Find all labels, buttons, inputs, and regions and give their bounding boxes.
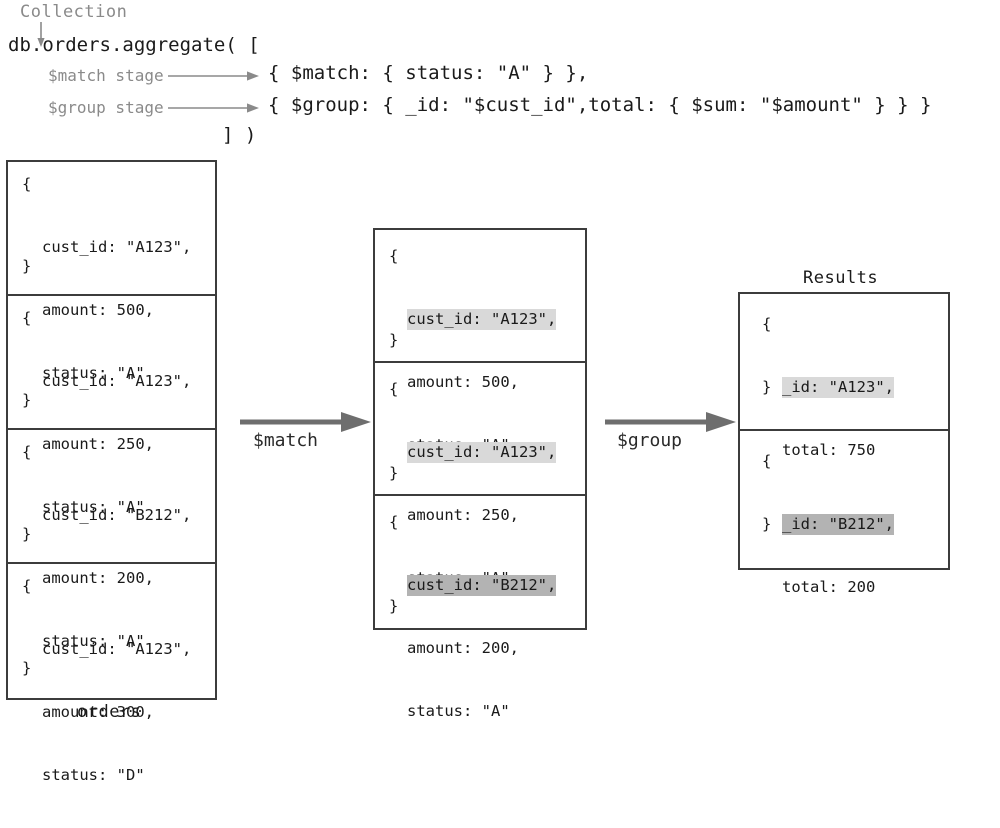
brace-close: } (22, 391, 32, 409)
field-id-highlighted: _id: "A123", (782, 377, 894, 398)
results-box: { _id: "A123", total: 750 } { _id: "B212… (738, 292, 950, 596)
brace-open: { (22, 175, 32, 193)
brace-close: } (762, 378, 772, 396)
orders-caption: orders (77, 702, 142, 722)
brace-close: } (389, 331, 399, 349)
brace-close: } (22, 659, 32, 677)
code-line-group-stage: { $group: { _id: "$cust_id",total: { $su… (268, 94, 932, 116)
brace-close: } (389, 597, 399, 615)
field-total: total: 200 (782, 578, 876, 596)
orders-document: { cust_id: "B212", amount: 200, status: … (8, 430, 215, 650)
field-cust-id-highlighted: cust_id: "A123", (407, 442, 557, 463)
match-output-document: { cust_id: "A123", amount: 500, status: … (375, 230, 585, 454)
results-document: { _id: "A123", total: 750 } (740, 294, 948, 459)
field-status: status: "A" (407, 702, 510, 720)
code-line-aggregate: db.orders.aggregate( [ (8, 34, 260, 56)
field-id-highlighted: _id: "B212", (782, 514, 894, 535)
code-line-close: ] ) (222, 124, 257, 146)
brace-open: { (22, 443, 32, 461)
brace-close: } (389, 464, 399, 482)
group-stage-arrow-icon (168, 103, 259, 113)
brace-close: } (22, 257, 32, 275)
brace-open: { (22, 309, 32, 327)
match-output-document: { cust_id: "A123", amount: 250, status: … (375, 363, 585, 587)
brace-close: } (22, 525, 32, 543)
brace-open: { (22, 577, 32, 595)
results-title: Results (803, 268, 879, 288)
match-output-document: { cust_id: "B212", amount: 200, status: … (375, 496, 585, 720)
brace-open: { (389, 247, 399, 265)
orders-document: { cust_id: "A123", amount: 300, status: … (8, 564, 215, 784)
orders-document: { cust_id: "A123", amount: 500, status: … (8, 162, 215, 382)
match-stage-arrow-icon (168, 71, 259, 81)
field-cust-id-highlighted: cust_id: "A123", (407, 309, 557, 330)
code-line-match-stage: { $match: { status: "A" } }, (268, 62, 589, 84)
orders-document: { cust_id: "A123", amount: 250, status: … (8, 296, 215, 516)
field-cust-id: cust_id: "B212", (42, 506, 192, 524)
match-stage-label: $match (253, 430, 319, 451)
field-cust-id-highlighted: cust_id: "B212", (407, 575, 557, 596)
brace-close: } (762, 515, 772, 533)
brace-open: { (762, 452, 772, 470)
group-stage-label: $group (617, 430, 683, 451)
orders-collection-box: { cust_id: "A123", amount: 500, status: … (6, 160, 217, 784)
field-cust-id: cust_id: "A123", (42, 238, 192, 256)
field-cust-id: cust_id: "A123", (42, 372, 192, 390)
brace-open: { (389, 380, 399, 398)
brace-open: { (762, 315, 772, 333)
match-stage-annotation: $match stage (48, 66, 164, 85)
group-stage-annotation: $group stage (48, 98, 164, 117)
field-status: status: "D" (42, 766, 145, 784)
results-document: { _id: "B212", total: 200 } (740, 431, 948, 596)
field-cust-id: cust_id: "A123", (42, 640, 192, 658)
brace-open: { (389, 513, 399, 531)
match-output-document-fields: cust_id: "B212", amount: 200, status: "A… (407, 533, 557, 764)
results-document-fields: _id: "B212", total: 200 (782, 472, 894, 640)
field-amount: amount: 200, (407, 639, 519, 657)
collection-annotation-label: Collection (20, 2, 128, 22)
match-output-box: { cust_id: "A123", amount: 500, status: … (373, 228, 587, 720)
